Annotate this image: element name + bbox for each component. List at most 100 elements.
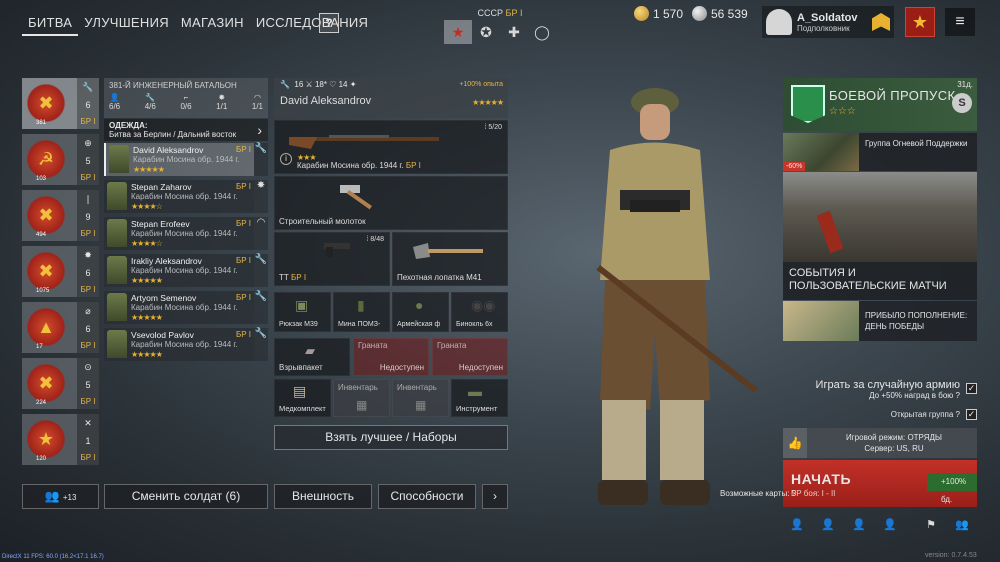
squad-br: БР I (80, 172, 96, 182)
primary-weapon-slot[interactable]: ⁞ 5/20 i ★★★ Карабин Мосина обр. 1944 г.… (274, 120, 508, 174)
squad-members-button[interactable]: 👥 +13 (22, 484, 99, 509)
abilities-button[interactable]: Способности (378, 484, 476, 509)
open-group-checkbox[interactable]: ✓ (966, 409, 977, 420)
tab-research[interactable]: ИССЛЕДОВАНИЯ (250, 12, 374, 36)
outfit-selector[interactable]: ОДЕЖДА: Битва за Берлин / Дальний восток… (104, 119, 268, 141)
soldier-stars: ★★★★☆ (131, 202, 163, 211)
medic-icon: ⊕ (84, 137, 92, 148)
army-star-button[interactable]: ★ (905, 7, 935, 37)
explosion-icon: ✸ (84, 249, 92, 260)
flame-icon: ✸ (254, 180, 268, 213)
soldier-row[interactable]: Stepan Zaharov Карабин Мосина обр. 1944 г… (104, 180, 254, 213)
soldier-name: Vsevolod Pavlov (131, 330, 194, 340)
melee-slot[interactable]: Строительный молоток (274, 176, 508, 230)
thumbs-up-icon[interactable]: 👍 (783, 428, 807, 458)
add-friend-icon[interactable]: 👤 (850, 518, 868, 532)
germany-cross-icon[interactable]: ✚ (500, 20, 528, 44)
tab-upgrades[interactable]: УЛУЧШЕНИЯ (78, 12, 175, 36)
soldier-row[interactable]: David Aleksandrov Карабин Мосина обр. 194… (104, 143, 254, 176)
battle-pass-badge-icon (791, 85, 825, 123)
grenade-slot-locked[interactable]: Граната Недоступен (432, 338, 508, 376)
exp-bonus: +100% опыта (459, 81, 503, 88)
grenade-slot-locked[interactable]: Граната Недоступен (353, 338, 429, 376)
inventory-slot[interactable]: Инвентарь ▦ (333, 379, 390, 417)
promo-card-victory-day[interactable]: ПРИБЫЛО ПОПОЛНЕНИЕ: ДЕНЬ ПОБЕДЫ (783, 301, 977, 341)
soldier-stars: ★★★★★ (131, 313, 163, 322)
game-mode-panel[interactable]: 👍 Игровой режим: ОТРЯДЫ Сервер: US, RU (783, 428, 977, 458)
radio-stat: ◠ 1/1 (251, 93, 263, 111)
soldier-name: Artyom Semenov (131, 293, 197, 303)
squad-card[interactable]: ▲ 17 ⌀ 6 БР I (22, 302, 99, 353)
profile-card[interactable]: A_Soldatov Подполковник (762, 6, 894, 38)
season-icon: S (952, 93, 972, 113)
help-circle-icon: ? (955, 391, 960, 400)
add-friend-icon[interactable]: 👤 (819, 518, 837, 532)
item-label: Рюкзак М39 (279, 321, 318, 328)
add-friend-icon[interactable]: 👤 (881, 518, 899, 532)
toolbox-icon: ▬ (468, 383, 482, 399)
pistol-icon (324, 243, 350, 257)
add-friend-icon[interactable]: 👤 (788, 518, 806, 532)
medkit-slot[interactable]: ▤ Медкомплект (274, 379, 331, 417)
player-name: A_Soldatov (797, 11, 858, 24)
sidearm-label: ТТ (279, 273, 289, 282)
open-group-label: Открытая группа (890, 410, 954, 419)
battle-pass-card[interactable]: БОЕВОЙ ПРОПУСК ☆☆☆ 31д. S (783, 78, 977, 131)
explosive-slot[interactable]: ▰ Взрывпакет (274, 338, 350, 376)
tool-slot[interactable]: ▬ Инструмент (451, 379, 508, 417)
tab-battle[interactable]: БИТВА (22, 12, 79, 36)
help-button[interactable]: ? (319, 13, 339, 33)
ussr-star-icon[interactable]: ★ (444, 20, 472, 44)
usa-star-icon[interactable]: ✪ (472, 20, 500, 44)
shovel-slot[interactable]: Пехотная лопатка М41 (392, 232, 508, 286)
group-icon[interactable]: 👥 (953, 518, 971, 532)
fps-counter: DirectX 11 FPS: 60.0 (16.2<17.1 16.7) (2, 554, 104, 560)
promo-card-fire-support[interactable]: -60% Группа Огневой Поддержки (783, 133, 977, 171)
wrench-icon: 🔧 (254, 254, 268, 287)
server-label: Сервер: US, RU (864, 444, 924, 453)
soldier-row[interactable]: Stepan Erofeev Карабин Мосина обр. 1944 г… (104, 217, 254, 250)
menu-button[interactable]: ≡ (945, 8, 975, 36)
item-slot[interactable]: ● Армейская ф (392, 292, 449, 332)
rifle-icon (289, 135, 439, 149)
sidearm-slot[interactable]: ⁞ 8/48 ТТ БР I (274, 232, 390, 286)
tab-shop[interactable]: МАГАЗИН (175, 12, 250, 36)
japan-circle-icon[interactable]: ◯ (528, 20, 556, 44)
soldier-portrait (107, 293, 127, 321)
events-image[interactable] (783, 172, 977, 262)
change-soldier-button[interactable]: Сменить солдат (6) (104, 484, 268, 509)
appearance-button[interactable]: Внешность (274, 484, 372, 509)
promo-image (783, 301, 859, 341)
info-icon[interactable]: i (280, 153, 292, 165)
squad-card[interactable]: ✖ 494 ❘ 9 БР I (22, 190, 99, 241)
soldier-weapon: Карабин Мосина обр. 1944 г. (131, 229, 238, 238)
take-best-button[interactable]: Взять лучшее / Наборы (274, 425, 508, 450)
squad-emblem-icon: ▲ (27, 307, 65, 347)
random-army-checkbox[interactable]: ✓ (966, 383, 977, 394)
next-button[interactable]: › (482, 484, 508, 509)
soldier-row[interactable]: Vsevolod Pavlov Карабин Мосина обр. 1944 … (104, 328, 254, 361)
squad-count: 5 (85, 155, 91, 166)
grenade-label: Граната (358, 341, 388, 350)
item-slot[interactable]: ▮ Мина ПОМЗ- (333, 292, 390, 332)
explosive-pack-icon: ▰ (305, 343, 315, 358)
selected-soldier-name: David Aleksandrov (280, 95, 372, 107)
inventory-slot[interactable]: Инвентарь ▦ (392, 379, 449, 417)
item-slot[interactable]: ◉◉ Бинокль 6х (451, 292, 508, 332)
outfit-label: ОДЕЖДА: (109, 121, 148, 130)
explosive-label: Взрывпакет (279, 363, 323, 372)
squad-card[interactable]: ☭ 103 ⊕ 5 БР I (22, 134, 99, 185)
squad-card[interactable]: ★ 120 ✕ 1 БР I (22, 414, 99, 465)
possible-maps[interactable]: Возможные карты: ? (720, 488, 796, 499)
squad-card[interactable]: ✖ 381 🔧 6 БР I (22, 78, 99, 129)
squad-card[interactable]: ✖ 224 ⊙ 5 БР I (22, 358, 99, 409)
soldier-row[interactable]: Artyom Semenov Карабин Мосина обр. 1944 г… (104, 291, 254, 324)
events-button[interactable]: СОБЫТИЯ И ПОЛЬЗОВАТЕЛЬСКИЕ МАТЧИ (783, 262, 977, 300)
wrench-icon: 🔧 (254, 291, 268, 324)
soldier-row[interactable]: Irakliy Aleksandrov Карабин Мосина обр. 1… (104, 254, 254, 287)
squad-card[interactable]: ✖ 1075 ✸ 6 БР I (22, 246, 99, 297)
soldier-weapon: Карабин Мосина обр. 1944 г. (133, 155, 240, 164)
start-button[interactable]: НАЧАТЬ БР боя: I - II +100% бд. (783, 460, 977, 507)
flag-icon[interactable]: ⚑ (922, 518, 940, 532)
item-slot[interactable]: ▣ Рюкзак М39 (274, 292, 331, 332)
